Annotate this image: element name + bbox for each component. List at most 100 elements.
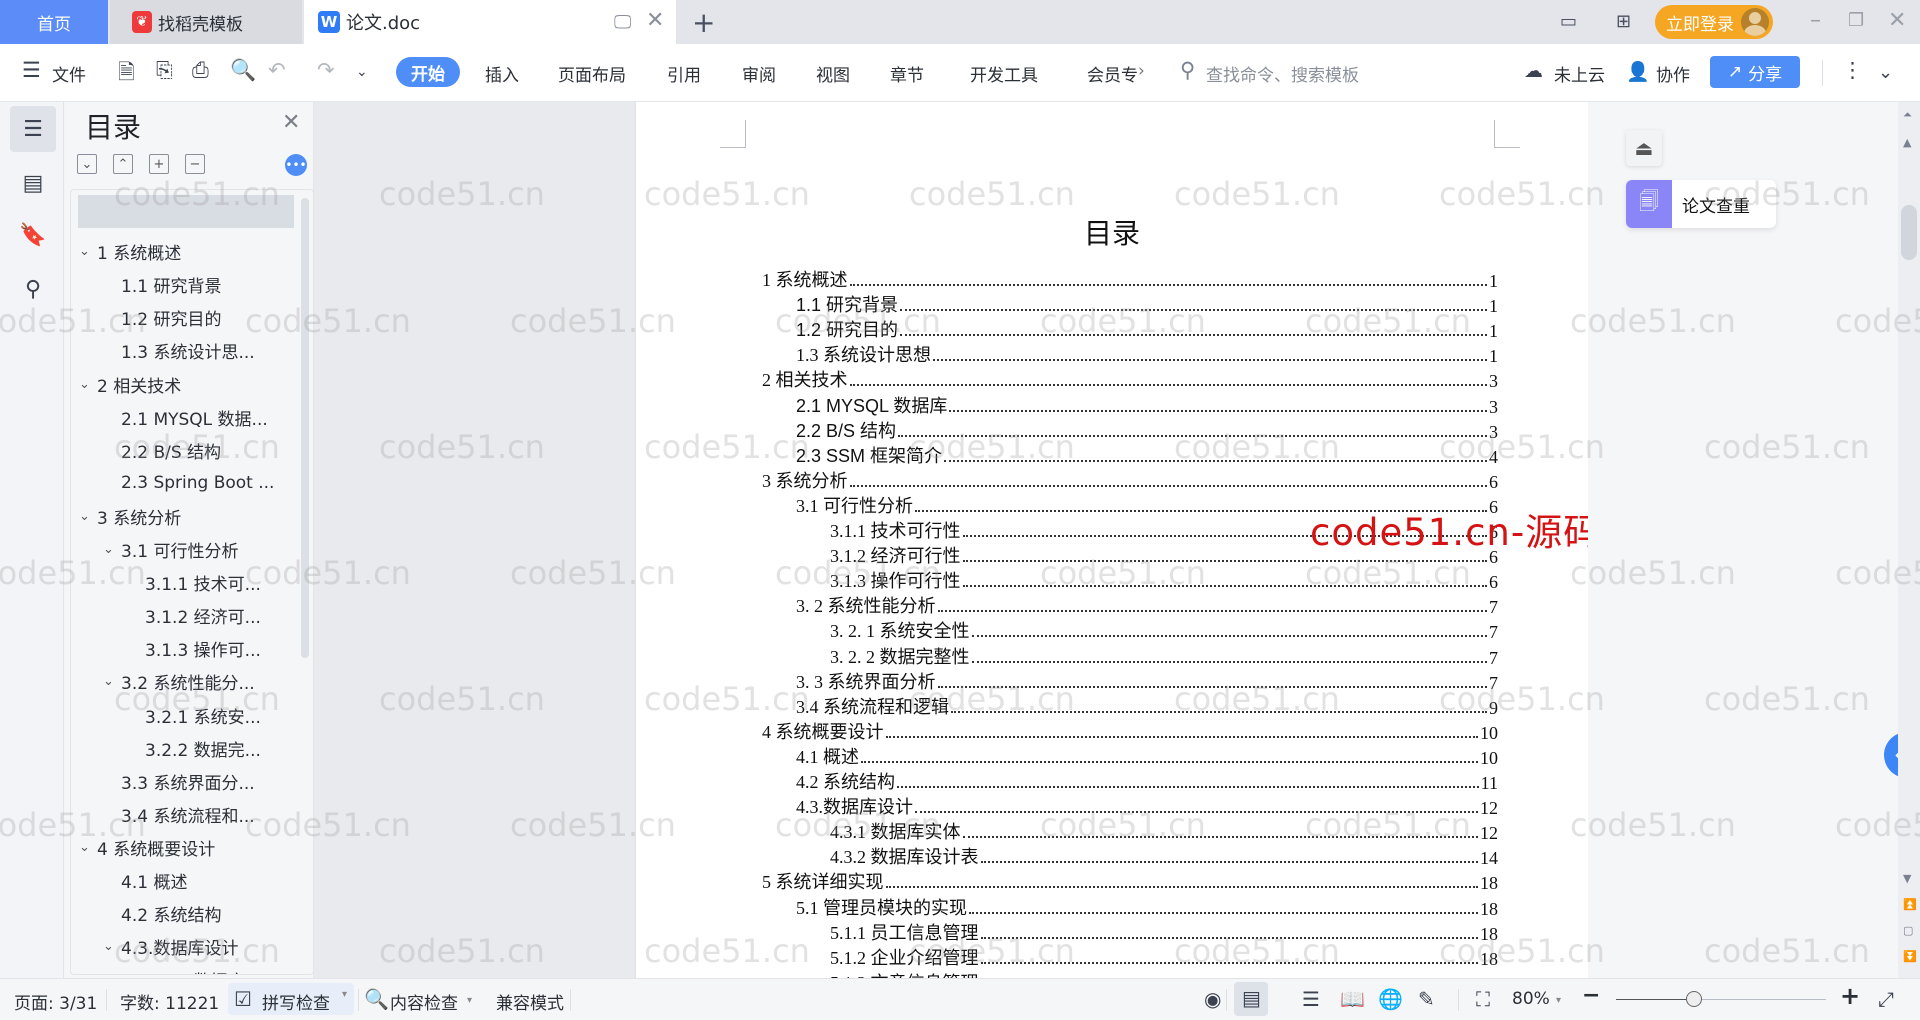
next-page-icon[interactable]: ⏬ xyxy=(1903,950,1917,963)
outline-view-icon[interactable]: ☰ xyxy=(1302,987,1320,1011)
menu-insert[interactable]: 插入 xyxy=(485,61,519,86)
toc-tree-item[interactable]: 3.1.2 经济可... xyxy=(145,599,261,632)
toc-tree-item[interactable]: 4.1 概述 xyxy=(121,864,187,897)
scroll-down-icon[interactable]: ▼ xyxy=(1903,872,1911,885)
eye-protect-icon[interactable]: ◉ xyxy=(1204,987,1221,1011)
doc-toc-entry[interactable]: 1.1 研究背景 1 xyxy=(796,292,1498,317)
print-preview-icon[interactable]: 🔍 xyxy=(230,58,256,83)
document-page[interactable]: 目录 1 系统概述 1 1.1 研究背景 1 1.2 研究目的 1 1.3 系统设计思想 1 2… xyxy=(636,102,1588,978)
share-button[interactable]: ↗ 分享 xyxy=(1710,56,1800,88)
chevron-down-icon[interactable]: ⌄ xyxy=(79,509,97,524)
prev-page-icon[interactable]: ⏫ xyxy=(1903,898,1917,911)
toc-tree-item[interactable]: 3.2.2 数据完... xyxy=(145,732,261,765)
toc-tree-item[interactable]: 3.3 系统界面分... xyxy=(121,765,255,798)
toc-tree-item[interactable]: 2.3 Spring Boot ... xyxy=(121,467,274,500)
login-button[interactable]: 立即登录 xyxy=(1655,5,1773,39)
redo-icon[interactable]: ↷ xyxy=(317,58,335,82)
doc-toc-entry[interactable]: 4.2 系统结构 11 xyxy=(796,769,1498,794)
doc-toc-entry[interactable]: 3. 2. 1 系统安全性 7 xyxy=(830,618,1498,643)
menu-page-layout[interactable]: 页面布局 xyxy=(558,61,626,86)
select-browse-icon[interactable]: ▢ xyxy=(1903,924,1913,937)
vertical-scrollbar[interactable]: ⏶ ▲ ▼ ⏫ ▢ ⏬ xyxy=(1898,102,1920,978)
doc-toc-entry[interactable]: 3.1.3 操作可行性 6 xyxy=(830,568,1498,593)
doc-toc-entry[interactable]: 1.3 系统设计思想 1 xyxy=(796,342,1498,367)
tab-home[interactable]: 首页 xyxy=(0,0,108,44)
toc-tree-item[interactable]: 3.1.1 技术可... xyxy=(145,566,261,599)
doc-toc-entry[interactable]: 3. 2 系统性能分析 7 xyxy=(796,593,1498,618)
menu-chapter[interactable]: 章节 xyxy=(890,61,924,86)
page-layout-icon[interactable]: ▭ xyxy=(1560,11,1577,32)
scroll-top-icon[interactable]: ⏶ xyxy=(1903,108,1912,122)
toc-tree-item[interactable]: 2.1 MYSQL 数据... xyxy=(121,401,268,434)
chevron-down-icon[interactable]: ⌄ xyxy=(79,377,97,392)
scrollbar-thumb[interactable] xyxy=(1901,205,1917,260)
chapter-nav-icon[interactable]: ▤ xyxy=(10,160,56,206)
menu-file[interactable]: 文件 xyxy=(52,61,86,86)
toc-tree-item[interactable]: ⌄ 4.3.数据库设计 xyxy=(103,930,238,963)
collapse-up-icon[interactable]: ⌃ xyxy=(113,154,133,174)
menu-view[interactable]: 视图 xyxy=(816,61,850,86)
dropdown-caret-icon[interactable]: ▾ xyxy=(467,995,472,1006)
scroll-up-icon[interactable]: ▲ xyxy=(1903,136,1911,149)
restore-icon[interactable]: ❐ xyxy=(1848,10,1864,31)
zoom-level[interactable]: 80% xyxy=(1512,989,1550,1009)
toc-tree-item[interactable]: ⌄ 3.1 可行性分析 xyxy=(103,533,238,566)
doc-toc-entry[interactable]: 5.1 管理员模块的实现 18 xyxy=(796,895,1498,920)
toc-tree-item[interactable]: ⌄ 3 系统分析 xyxy=(79,500,181,533)
more-icon[interactable]: ••• xyxy=(285,154,307,176)
menu-developer[interactable]: 开发工具 xyxy=(970,61,1038,86)
toc-tree-item[interactable]: 1.3 系统设计思... xyxy=(121,334,255,367)
doc-toc-entry[interactable]: 5.1.2 企业介绍管理 18 xyxy=(830,945,1498,970)
more-options-icon[interactable]: ⋮ xyxy=(1842,58,1863,82)
doc-toc-entry[interactable]: 4.1 概述 10 xyxy=(796,744,1498,769)
doc-toc-entry[interactable]: 1 系统概述 1 xyxy=(762,267,1498,292)
toc-tree-item[interactable]: ⌄ 4 系统概要设计 xyxy=(79,831,215,864)
zoom-slider-knob[interactable] xyxy=(1685,991,1702,1007)
toc-selected-row[interactable] xyxy=(78,195,294,228)
spell-check-button[interactable]: ☑ 拼写检查 ▾ xyxy=(228,983,354,1015)
toc-tree-item[interactable]: 1.2 研究目的 xyxy=(121,301,221,334)
doc-toc-entry[interactable]: 5.1.1 员工信息管理 18 xyxy=(830,920,1498,945)
doc-toc-entry[interactable]: 4.3.2 数据库设计表 14 xyxy=(830,844,1498,869)
web-view-icon[interactable]: 🌐 xyxy=(1378,987,1403,1011)
collapse-all-icon[interactable]: − xyxy=(185,154,205,174)
eject-collapse-icon[interactable]: ⏏ xyxy=(1626,130,1662,166)
reading-view-icon[interactable]: 📖 xyxy=(1340,987,1365,1011)
cloud-status[interactable]: 未上云 xyxy=(1554,61,1605,86)
doc-toc-entry[interactable]: 4.3.数据库设计 12 xyxy=(796,794,1498,819)
menu-member[interactable]: 会员专 xyxy=(1087,61,1138,86)
bookmark-icon[interactable]: 🔖 xyxy=(10,212,56,258)
doc-toc-entry[interactable]: 2.2 B/S 结构 3 xyxy=(796,418,1498,443)
toc-tree-item[interactable]: 2.2 B/S 结构 xyxy=(121,434,221,467)
toc-tree-item[interactable]: 3.4 系统流程和... xyxy=(121,798,255,831)
menu-review[interactable]: 审阅 xyxy=(742,61,776,86)
write-view-icon[interactable]: ✎ xyxy=(1418,987,1435,1011)
toc-tree-item[interactable]: 4.2 系统结构 xyxy=(121,897,221,930)
new-tab-icon[interactable]: + xyxy=(692,6,715,39)
doc-toc-entry[interactable]: 5.1.3 文章信息管理19 xyxy=(830,970,1498,978)
print-icon[interactable]: ⎙ xyxy=(192,58,209,83)
close-panel-icon[interactable]: ✕ xyxy=(282,110,300,135)
close-tab-icon[interactable]: ✕ xyxy=(646,8,664,33)
command-search-input[interactable]: 查找命令、搜索模板 xyxy=(1206,61,1359,86)
hamburger-menu-icon[interactable]: ☰ xyxy=(22,58,41,82)
toc-tree-item[interactable]: ⌄ 3.2 系统性能分... xyxy=(103,665,255,698)
plagiarism-check-button[interactable]: 🗐 论文查重 xyxy=(1626,180,1776,228)
expand-all-icon[interactable]: + xyxy=(149,154,169,174)
chevron-down-icon[interactable]: ⌄ xyxy=(103,674,121,689)
toc-tree-item[interactable]: 4.3.1 数据库... xyxy=(145,963,261,974)
doc-toc-entry[interactable]: 2 相关技术 3 xyxy=(762,367,1498,392)
toc-tree-item[interactable]: 3.1.3 操作可... xyxy=(145,632,261,665)
chevron-down-icon[interactable]: ⌄ xyxy=(79,840,97,855)
close-window-icon[interactable]: ✕ xyxy=(1888,8,1906,33)
quick-access-dropdown-icon[interactable]: ⌄ xyxy=(356,64,368,80)
menu-start[interactable]: 开始 xyxy=(396,57,460,87)
chevron-down-icon[interactable]: ⌄ xyxy=(79,244,97,259)
chevron-down-icon[interactable]: ⌄ xyxy=(103,542,121,557)
fit-page-icon[interactable]: ⛶ xyxy=(1476,987,1490,1011)
minimize-icon[interactable]: – xyxy=(1810,8,1821,33)
tab-document[interactable]: W 论文.doc 🖵 ✕ xyxy=(304,0,676,44)
menu-more-chevron-icon[interactable]: › xyxy=(1138,61,1145,81)
toc-tree-item[interactable]: ⌄ 1 系统概述 xyxy=(79,235,181,268)
collapse-ribbon-icon[interactable]: ⌄ xyxy=(1878,62,1893,83)
